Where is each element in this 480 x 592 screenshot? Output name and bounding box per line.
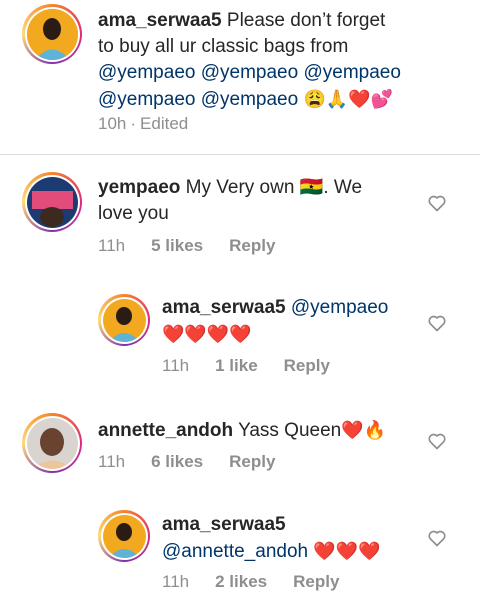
likes-count[interactable]: 6 likes xyxy=(151,452,203,472)
avatar[interactable] xyxy=(22,4,82,64)
avatar[interactable] xyxy=(98,510,150,562)
timestamp: 11h xyxy=(98,452,126,471)
mention-link[interactable]: @yempaeo xyxy=(303,62,400,83)
comment-text: ama_serwaa5 @yempaeo ❤️❤️❤️❤️ xyxy=(162,295,422,348)
mention-link[interactable]: @yempaeo xyxy=(98,62,195,83)
emoji: 😩🙏❤️💕 xyxy=(303,89,394,109)
mention-link[interactable]: @yempaeo xyxy=(291,297,388,318)
comment-text: annette_andoh Yass Queen❤️🔥 xyxy=(98,417,418,444)
comment-text: yempaeo My Very own 🇬🇭. We love you xyxy=(98,175,418,227)
reply-button[interactable]: Reply xyxy=(229,236,275,256)
comment-meta: 11h 5 likes Reply xyxy=(98,236,301,256)
edited-label: Edited xyxy=(140,114,189,133)
comment-body: Please don’t forget xyxy=(226,10,386,31)
username[interactable]: ama_serwaa5 xyxy=(162,514,286,535)
heart-outline-icon[interactable] xyxy=(427,528,447,548)
mention-link[interactable]: @yempaeo xyxy=(201,62,298,83)
username[interactable]: ama_serwaa5 xyxy=(162,297,286,318)
reply-button[interactable]: Reply xyxy=(284,356,330,376)
avatar[interactable] xyxy=(22,413,82,473)
username[interactable]: annette_andoh xyxy=(98,420,233,441)
mention-link[interactable]: @yempaeo xyxy=(98,89,195,110)
likes-count[interactable]: 1 like xyxy=(215,356,258,376)
heart-outline-icon[interactable] xyxy=(427,193,447,213)
comment-body: My Very own 🇬🇭. We xyxy=(185,177,363,198)
comment-meta: 10h · Edited xyxy=(98,114,214,134)
emoji: ❤️❤️❤️❤️ xyxy=(162,324,252,344)
timestamp: 11h xyxy=(162,572,190,591)
emoji: ❤️🔥 xyxy=(341,420,387,440)
comment-meta: 11h 2 likes Reply xyxy=(162,572,365,592)
comment-meta: 11h 6 likes Reply xyxy=(98,452,301,472)
likes-count[interactable]: 5 likes xyxy=(151,236,203,256)
comment-body: love you xyxy=(98,203,169,224)
comment-text: ama_serwaa5 @annette_andoh ❤️❤️❤️ xyxy=(162,512,422,565)
username[interactable]: yempaeo xyxy=(98,177,180,198)
heart-outline-icon[interactable] xyxy=(427,313,447,333)
username[interactable]: ama_serwaa5 xyxy=(98,10,222,31)
comment-body: Yass Queen xyxy=(238,420,342,441)
timestamp: 10h xyxy=(98,114,127,133)
likes-count[interactable]: 2 likes xyxy=(215,572,267,592)
separator: · xyxy=(130,114,137,133)
timestamp: 11h xyxy=(162,356,190,375)
reply-button[interactable]: Reply xyxy=(229,452,275,472)
mention-link[interactable]: @annette_andoh xyxy=(162,541,308,562)
emoji: ❤️❤️❤️ xyxy=(313,541,381,561)
mention-link[interactable]: @yempaeo xyxy=(201,89,298,110)
timestamp: 11h xyxy=(98,236,126,255)
heart-outline-icon[interactable] xyxy=(427,431,447,451)
divider xyxy=(0,154,480,155)
avatar[interactable] xyxy=(98,294,150,346)
comment-text: ama_serwaa5 Please don’t forget to buy a… xyxy=(98,8,468,113)
avatar[interactable] xyxy=(22,172,82,232)
comment-meta: 11h 1 like Reply xyxy=(162,356,356,376)
reply-button[interactable]: Reply xyxy=(293,572,339,592)
comment-body: to buy all ur classic bags from xyxy=(98,36,349,57)
